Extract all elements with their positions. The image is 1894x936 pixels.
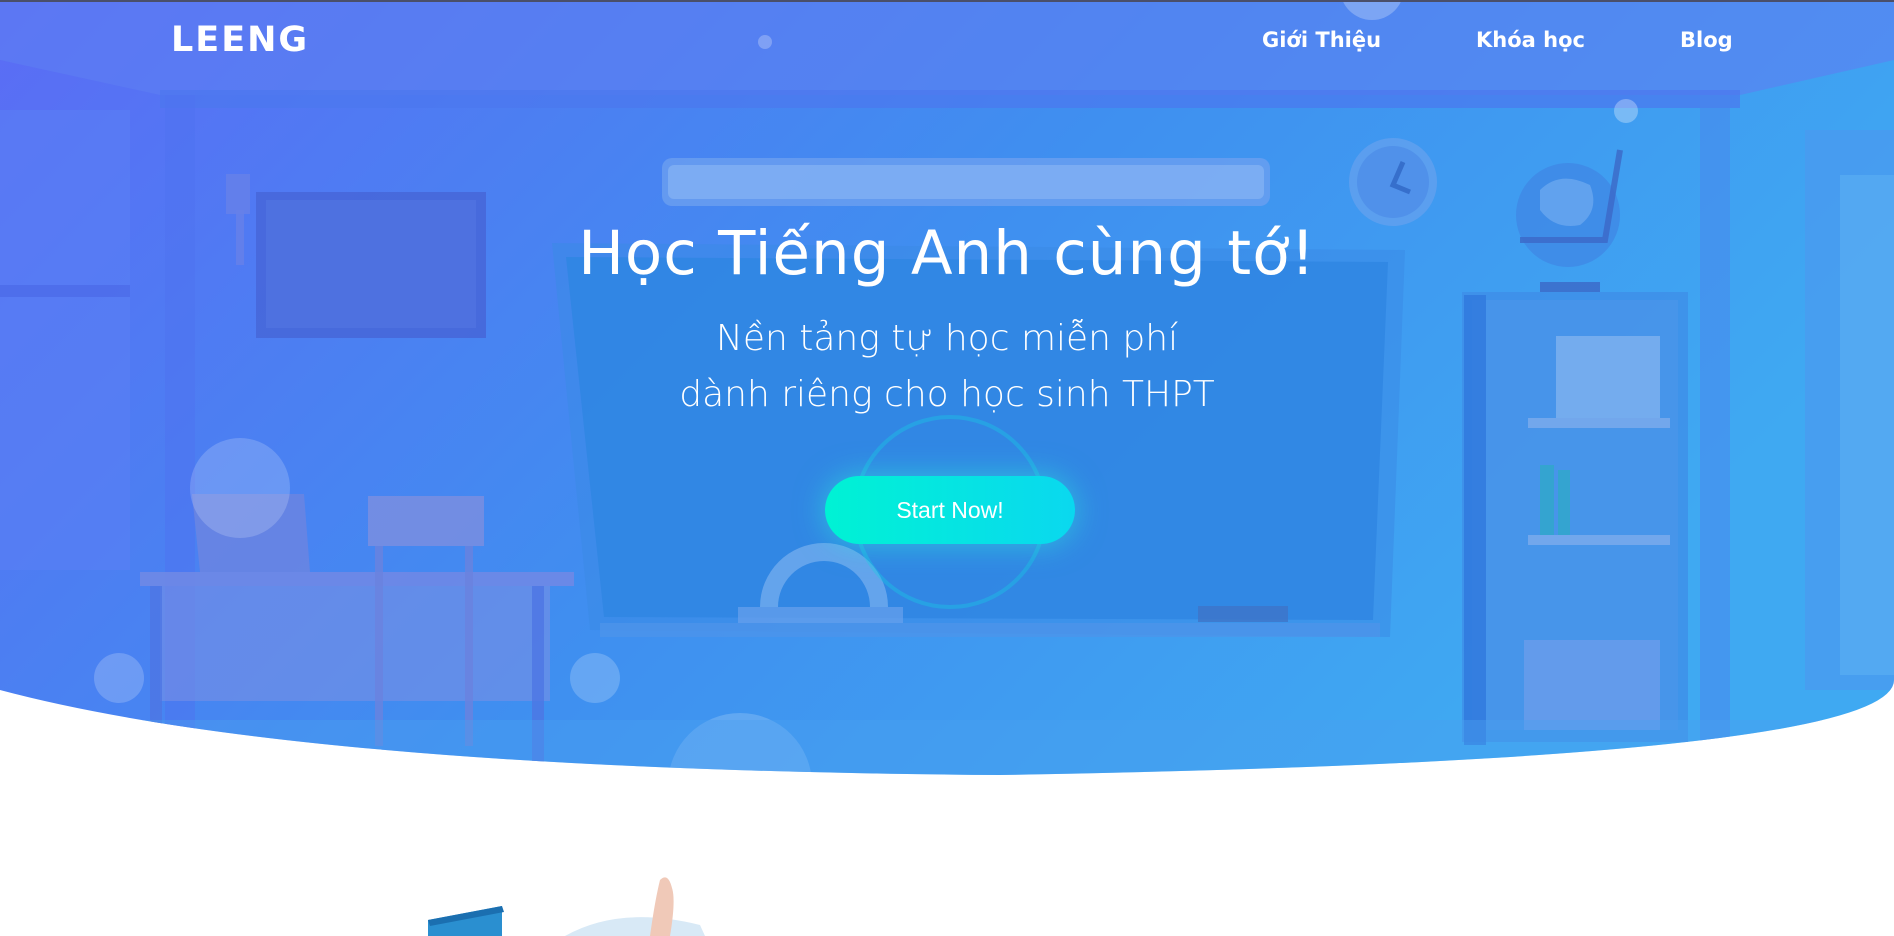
study-illustration: [428, 877, 705, 936]
logo[interactable]: LEENG: [171, 20, 309, 60]
nav-link-blog[interactable]: Blog: [1680, 28, 1733, 52]
hero-title: Học Tiếng Anh cùng tớ!: [578, 218, 1316, 289]
hero-subtitle-line1: Nền tảng tự học miễn phí: [715, 318, 1179, 359]
top-border: [0, 0, 1894, 2]
start-now-button[interactable]: Start Now!: [825, 476, 1075, 544]
nav-link-khoa-hoc[interactable]: Khóa học: [1476, 28, 1585, 52]
hero-section: LEENG Giới Thiệu Khóa học Blog Học Tiếng…: [0, 0, 1894, 780]
hero-subtitle-line2: dành riêng cho học sinh THPT: [679, 374, 1215, 415]
nav-link-gioi-thieu[interactable]: Giới Thiệu: [1262, 28, 1381, 52]
